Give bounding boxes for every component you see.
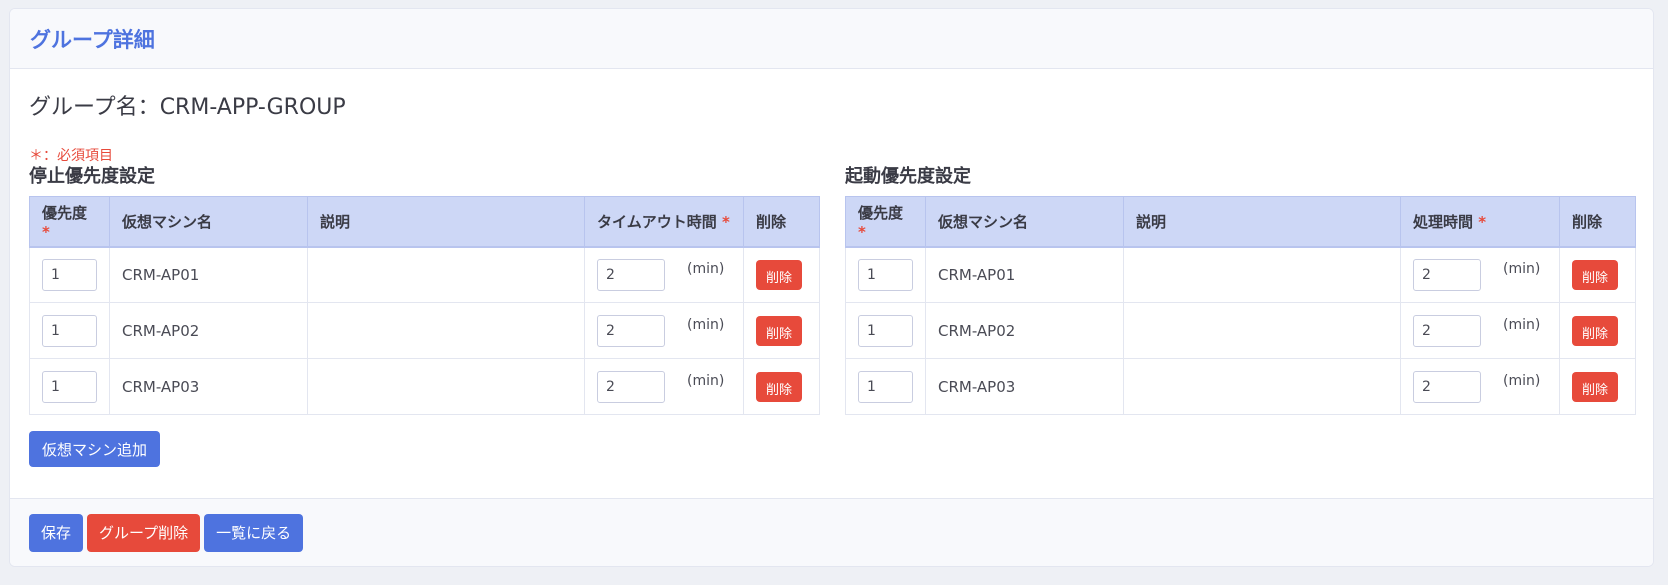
column-header-description: 説明 [1123,196,1401,248]
priority-input[interactable] [858,370,913,403]
column-header-timeout: タイムアウト時間 * [584,196,744,248]
stop-priority-title: 停止優先度設定 [29,166,155,187]
column-header-priority: 優先度 * [29,196,110,248]
table-header-row: 優先度 * 仮想マシン名 説明 タイムアウト時間 * 削除 [29,196,820,248]
column-header-description: 説明 [307,196,585,248]
column-header-priority: 優先度 * [845,196,926,248]
priority-input[interactable] [858,314,913,347]
stop-priority-table: 優先度 * 仮想マシン名 説明 タイムアウト時間 * 削除 CRM-AP01 [29,196,820,415]
description-cell [307,302,585,359]
timeout-input[interactable] [597,258,665,291]
unit-label: (min) [1503,260,1541,277]
group-name-value: CRM-APP-GROUP [159,95,346,120]
vm-name-cell: CRM-AP03 [109,358,308,415]
priority-input[interactable] [858,258,913,291]
save-button[interactable]: 保存 [29,513,84,552]
vm-name-cell: CRM-AP01 [925,246,1124,303]
priority-input[interactable] [42,314,97,347]
start-priority-title: 起動優先度設定 [845,166,971,187]
delete-row-button[interactable]: 削除 [1572,315,1618,346]
delete-group-button[interactable]: グループ削除 [87,513,201,552]
table-row: CRM-AP01 (min) 削除 [845,246,1636,303]
vm-name-cell: CRM-AP02 [109,302,308,359]
required-mark: * [42,222,50,241]
description-cell [1123,302,1401,359]
vm-name-cell: CRM-AP02 [925,302,1124,359]
add-vm-button[interactable]: 仮想マシン追加 [29,431,161,467]
priority-input[interactable] [42,258,97,291]
unit-label: (min) [1503,316,1541,333]
processing-time-input[interactable] [1413,258,1481,291]
table-row: CRM-AP02 (min) 削除 [845,302,1636,359]
card-body: グループ名：CRM-APP-GROUP ＊：必須項目 停止優先度設定 優先度 *… [10,69,1653,499]
start-priority-panel: 起動優先度設定 優先度 * 仮想マシン名 説明 処理時間 * 削除 1 CRM-… [845,165,1636,467]
vm-name-cell: CRM-AP01 [109,246,308,303]
unit-label: (min) [1503,372,1541,389]
vm-name-cell: CRM-AP03 [925,358,1124,415]
delete-row-button[interactable]: 削除 [1572,259,1618,290]
group-name-heading: グループ名：CRM-APP-GROUP [29,89,1635,129]
processing-time-input[interactable] [1413,314,1481,347]
column-header-vm-name: 仮想マシン名 [925,196,1124,248]
required-mark: * [1478,212,1487,231]
delete-row-button[interactable]: 削除 [756,371,802,402]
delete-row-button[interactable]: 削除 [1572,371,1618,402]
page-title: グループ詳細 [30,27,155,52]
group-name-label: グループ名： [29,95,160,120]
timeout-input[interactable] [597,370,665,403]
back-to-list-button[interactable]: 一覧に戻る [204,513,304,552]
group-detail-card: グループ詳細 グループ名：CRM-APP-GROUP ＊：必須項目 停止優先度設… [9,8,1654,567]
table-row: CRM-AP01 (min) 削除 [29,246,820,303]
timeout-input[interactable] [597,314,665,347]
unit-label: (min) [687,372,725,389]
description-cell [1123,358,1401,415]
delete-row-button[interactable]: 削除 [756,315,802,346]
required-mark: * [858,222,866,241]
unit-label: (min) [687,260,725,277]
table-row: CRM-AP03 (min) 削除 [29,358,820,415]
required-mark: * [721,212,730,231]
processing-time-input[interactable] [1413,370,1481,403]
card-footer: 保存 グループ削除 一覧に戻る [10,498,1653,566]
table-row: CRM-AP02 (min) 削除 [29,302,820,359]
unit-label: (min) [687,316,725,333]
start-priority-table: 優先度 * 仮想マシン名 説明 処理時間 * 削除 CRM-AP01 (mi [845,196,1636,415]
stop-priority-panel: 停止優先度設定 優先度 * 仮想マシン名 説明 タイムアウト時間 * 削除 1 … [29,165,820,467]
table-header-row: 優先度 * 仮想マシン名 説明 処理時間 * 削除 [845,196,1636,248]
card-header: グループ詳細 [10,9,1653,69]
column-header-delete: 削除 [1559,196,1636,248]
column-header-processing-time: 処理時間 * [1400,196,1560,248]
description-cell [307,246,585,303]
description-cell [1123,246,1401,303]
delete-row-button[interactable]: 削除 [756,259,802,290]
column-header-vm-name: 仮想マシン名 [109,196,308,248]
priority-tables: 停止優先度設定 優先度 * 仮想マシン名 説明 タイムアウト時間 * 削除 1 … [29,165,1636,467]
table-row: CRM-AP03 (min) 削除 [845,358,1636,415]
required-note: ＊：必須項目 [29,148,113,164]
priority-input[interactable] [42,370,97,403]
description-cell [307,358,585,415]
column-header-delete: 削除 [743,196,820,248]
